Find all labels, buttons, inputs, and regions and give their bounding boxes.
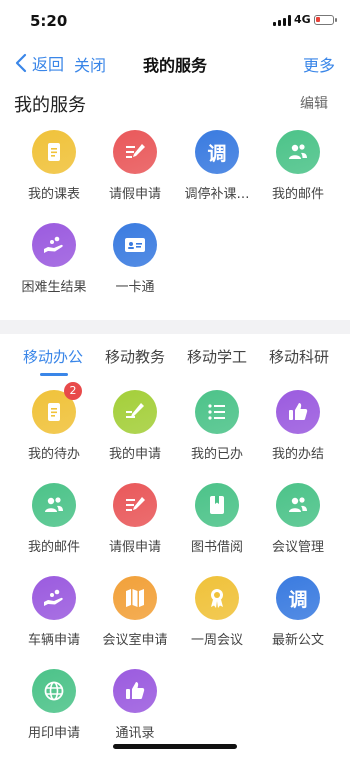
document-icon: 2 bbox=[32, 382, 82, 434]
edit-button[interactable]: 编辑 bbox=[300, 93, 328, 113]
map-icon bbox=[113, 576, 157, 620]
back-label: 返回 bbox=[32, 55, 65, 74]
tab-mobile-research[interactable]: 移动科研 bbox=[259, 346, 339, 367]
service-label: 我的课表 bbox=[27, 187, 80, 202]
network-type: 4G bbox=[294, 13, 311, 26]
thumbs-up-icon bbox=[113, 669, 157, 713]
document-icon bbox=[32, 130, 76, 174]
status-time: 5:20 bbox=[30, 12, 68, 30]
service-item[interactable]: 我的申请 bbox=[95, 390, 175, 462]
users-icon bbox=[276, 483, 320, 527]
service-item[interactable]: 调调停补课… bbox=[177, 130, 257, 202]
chevron-left-icon bbox=[15, 53, 27, 73]
service-item[interactable]: 图书借阅 bbox=[177, 483, 257, 555]
service-label: 会议室申请 bbox=[102, 633, 168, 648]
users-icon bbox=[32, 483, 76, 527]
service-item[interactable]: 请假申请 bbox=[95, 130, 175, 202]
close-button[interactable]: 关闭 bbox=[74, 52, 106, 76]
service-item[interactable]: 一卡通 bbox=[95, 223, 175, 295]
service-label: 车辆申请 bbox=[27, 633, 80, 648]
service-item[interactable]: 我的办结 bbox=[258, 390, 338, 462]
service-label: 一周会议 bbox=[190, 633, 243, 648]
service-item[interactable]: 我的邮件 bbox=[258, 130, 338, 202]
section-divider bbox=[0, 320, 350, 334]
service-item[interactable]: 困难生结果 bbox=[14, 223, 94, 295]
notification-badge: 2 bbox=[64, 382, 82, 400]
service-item[interactable]: 会议室申请 bbox=[95, 576, 175, 648]
tiao-char-icon: 调 bbox=[276, 576, 320, 620]
service-item[interactable]: 我的课表 bbox=[14, 130, 94, 202]
category-tabs: 移动办公 移动教务 移动学工 移动科研 bbox=[0, 334, 350, 384]
service-item[interactable]: 我的邮件 bbox=[14, 483, 94, 555]
tab-mobile-student[interactable]: 移动学工 bbox=[177, 346, 257, 367]
section-title: 我的服务 bbox=[14, 95, 86, 116]
tab-mobile-office[interactable]: 移动办公 bbox=[13, 346, 93, 367]
back-button[interactable]: 返回 bbox=[14, 51, 64, 75]
id-card-icon bbox=[113, 223, 157, 267]
service-label: 通讯录 bbox=[115, 726, 155, 741]
users-icon bbox=[276, 130, 320, 174]
home-indicator bbox=[113, 744, 237, 749]
thumbs-up-icon bbox=[276, 390, 320, 434]
service-item[interactable]: 我的已办 bbox=[177, 390, 257, 462]
status-bar: 5:20 4G bbox=[0, 0, 350, 42]
signal-icon bbox=[273, 15, 291, 26]
service-item[interactable]: 车辆申请 bbox=[14, 576, 94, 648]
service-item[interactable]: 调最新公文 bbox=[258, 576, 338, 648]
service-item[interactable]: 会议管理 bbox=[258, 483, 338, 555]
service-item[interactable]: 用印申请 bbox=[14, 669, 94, 741]
hand-coins-icon bbox=[32, 223, 76, 267]
service-label: 最新公文 bbox=[271, 633, 324, 648]
list-icon bbox=[195, 390, 239, 434]
globe-icon bbox=[32, 669, 76, 713]
service-label: 一卡通 bbox=[115, 280, 155, 295]
service-label: 请假申请 bbox=[108, 540, 161, 555]
icon-glyph: 调 bbox=[207, 142, 227, 165]
book-icon bbox=[195, 483, 239, 527]
service-label: 我的邮件 bbox=[271, 187, 324, 202]
edit-icon bbox=[113, 390, 157, 434]
service-label: 我的邮件 bbox=[27, 540, 80, 555]
service-label: 我的办结 bbox=[271, 447, 324, 462]
service-label: 我的已办 bbox=[190, 447, 243, 462]
service-label: 我的待办 bbox=[27, 447, 80, 462]
more-button[interactable]: 更多 bbox=[303, 52, 335, 76]
tab-mobile-academic[interactable]: 移动教务 bbox=[95, 346, 175, 367]
service-item[interactable]: 2 我的待办 bbox=[14, 382, 94, 462]
edit-form-icon bbox=[113, 130, 157, 174]
service-label: 会议管理 bbox=[271, 540, 324, 555]
service-label: 困难生结果 bbox=[21, 280, 87, 295]
service-label: 图书借阅 bbox=[190, 540, 243, 555]
service-label: 用印申请 bbox=[27, 726, 80, 741]
service-item[interactable]: 通讯录 bbox=[95, 669, 175, 741]
service-item[interactable]: 请假申请 bbox=[95, 483, 175, 555]
active-tab-indicator bbox=[40, 373, 68, 376]
service-item[interactable]: 一周会议 bbox=[177, 576, 257, 648]
edit-form-icon bbox=[113, 483, 157, 527]
icon-glyph: 调 bbox=[288, 588, 308, 611]
service-label: 调停补课… bbox=[184, 187, 250, 202]
service-label: 请假申请 bbox=[108, 187, 161, 202]
nav-bar: 返回 关闭 我的服务 更多 bbox=[0, 42, 350, 82]
hand-coins-icon bbox=[32, 576, 76, 620]
service-label: 我的申请 bbox=[108, 447, 161, 462]
tiao-char-icon: 调 bbox=[195, 130, 239, 174]
battery-icon bbox=[314, 15, 337, 25]
award-icon bbox=[195, 576, 239, 620]
